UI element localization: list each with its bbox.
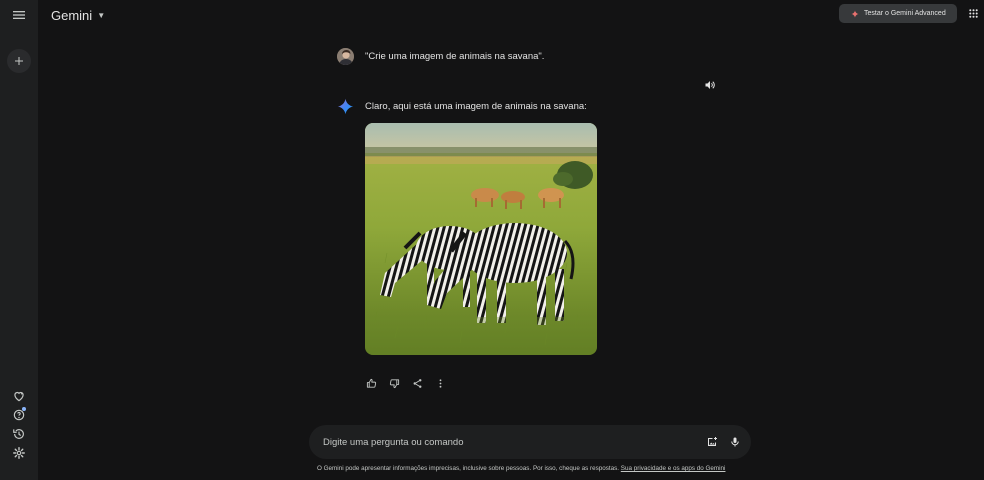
response-actions — [363, 375, 455, 391]
activity-icon — [13, 429, 24, 439]
try-advanced-button[interactable]: Testar o Gemini Advanced — [839, 4, 957, 23]
notification-dot — [22, 407, 26, 411]
microphone-icon — [731, 437, 739, 447]
gemini-sparkle-icon — [337, 98, 354, 115]
share-button[interactable] — [409, 375, 425, 391]
thumbs-down-button[interactable] — [386, 375, 402, 391]
sidebar-rail — [0, 0, 38, 480]
gem-heart-icon — [14, 391, 24, 402]
thumbs-up-icon — [366, 378, 376, 388]
menu-icon[interactable] — [7, 3, 31, 27]
apps-grid-icon — [969, 9, 978, 18]
savanna-zebras-image — [365, 123, 597, 355]
settings-button[interactable] — [7, 441, 31, 465]
add-image-icon — [708, 437, 717, 446]
more-options-button[interactable] — [432, 375, 448, 391]
microphone-button[interactable] — [727, 434, 743, 450]
privacy-link[interactable]: Sua privacidade e os apps do Gemini — [621, 465, 726, 472]
disclaimer: O Gemini pode apresentar informações imp… — [317, 465, 757, 472]
sparkle-icon — [851, 9, 859, 18]
try-advanced-label: Testar o Gemini Advanced — [864, 10, 946, 17]
model-switcher[interactable]: Gemini ▼ — [51, 6, 105, 24]
google-apps-button[interactable] — [965, 5, 982, 22]
upload-image-button[interactable] — [704, 434, 720, 450]
speaker-icon — [705, 81, 715, 89]
new-chat-button[interactable] — [7, 49, 31, 73]
more-vert-icon — [439, 378, 441, 388]
prompt-bar — [309, 425, 751, 459]
avatar — [337, 48, 354, 65]
thumbs-down-icon — [389, 378, 399, 388]
settings-icon — [13, 447, 25, 459]
read-aloud-button[interactable] — [703, 78, 717, 92]
thumbs-up-button[interactable] — [363, 375, 379, 391]
model-reply: Claro, aqui está uma imagem de animais n… — [365, 101, 587, 112]
prompt-input[interactable] — [323, 434, 683, 450]
brand-title: Gemini — [51, 7, 93, 23]
disclaimer-text: O Gemini pode apresentar informações imp… — [317, 465, 620, 472]
generated-image[interactable] — [365, 123, 597, 355]
user-prompt: "Crie uma imagem de animais na savana". — [365, 51, 545, 62]
gemini-app: Gemini ▼ Testar o Gemini Advanced "Crie … — [0, 0, 984, 480]
share-icon — [413, 378, 421, 388]
caret-down-icon: ▼ — [97, 10, 106, 20]
plus-icon — [15, 57, 23, 65]
